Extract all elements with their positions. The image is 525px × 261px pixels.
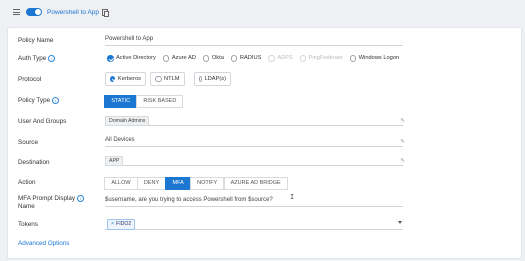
checked-radio-icon <box>107 55 114 62</box>
option-label: ADFS <box>277 55 293 62</box>
edit-icon[interactable]: ✎ <box>400 138 405 147</box>
auth-type-option-adfs: ADFS <box>268 55 293 62</box>
policy-enabled-toggle[interactable] <box>26 8 42 16</box>
radio-icon <box>155 75 162 83</box>
radio-icon <box>268 55 275 62</box>
action-deny[interactable]: DENY <box>136 177 167 190</box>
source-value: All Devices <box>105 137 135 143</box>
option-label: Active Directory <box>116 55 156 62</box>
user-groups-input[interactable]: Domain Admins ✎ <box>105 115 405 126</box>
action-allow[interactable]: ALLOW <box>104 177 138 190</box>
option-label: LDAP(s) <box>204 76 227 82</box>
auth-type-label: Auth Type i <box>18 55 56 63</box>
option-label: Azure AD <box>171 55 196 62</box>
info-icon[interactable]: i <box>77 195 85 202</box>
info-icon[interactable]: i <box>52 97 60 104</box>
policy-type-segmented: STATIC RISK BASED <box>104 95 184 108</box>
copy-icon[interactable] <box>102 9 110 17</box>
option-label: Okta <box>211 55 224 62</box>
mfa-prompt-label-line1: MFA Prompt Display <box>18 195 76 203</box>
chevron-down-icon[interactable] <box>398 221 402 224</box>
radio-icon <box>299 55 307 62</box>
action-segmented: ALLOW DENY MFA NOTIFY AZURE AD BRIDGE <box>104 177 288 190</box>
advanced-options-link[interactable]: Advanced Options <box>18 240 69 247</box>
text-cursor-icon: I <box>290 193 295 201</box>
option-label: Windows Logon <box>358 55 400 62</box>
policy-name-label: Policy Name <box>18 37 54 44</box>
hamburger-menu-icon[interactable] <box>13 9 20 15</box>
token-label: FIDO2 <box>116 221 132 227</box>
tokens-select[interactable] <box>105 217 403 230</box>
source-label: Source <box>18 139 38 146</box>
option-label: RADIUS <box>239 55 262 62</box>
option-label: NTLM <box>164 76 180 82</box>
source-input[interactable]: All Devices ✎ <box>105 136 405 147</box>
action-mfa[interactable]: MFA <box>165 177 191 190</box>
policy-title: Powershell to App <box>47 8 100 16</box>
auth-type-option-okta[interactable]: Okta <box>202 55 224 62</box>
header-bar: Powershell to App <box>0 0 525 24</box>
radio-icon <box>202 55 210 62</box>
auth-type-option-azure-ad[interactable]: Azure AD <box>162 55 196 62</box>
edit-icon[interactable]: ✎ <box>400 157 405 166</box>
policy-name-input[interactable]: Powershell to App <box>105 35 403 46</box>
auth-type-option-pingfederate: PingFederate <box>299 55 343 62</box>
policy-type-label: Policy Type i <box>18 97 60 105</box>
option-label: PingFederate <box>308 55 343 62</box>
destination-chip: APP <box>105 155 124 166</box>
policy-name-value: Powershell to App <box>105 36 154 42</box>
edit-icon[interactable]: ✎ <box>400 117 405 126</box>
auth-type-option-windows-logon[interactable]: Windows Logon <box>349 55 400 62</box>
protocol-label: Protocol <box>18 76 42 83</box>
protocol-option-kerberos[interactable]: Kerberos <box>105 72 146 86</box>
radio-icon <box>162 55 170 62</box>
mfa-prompt-value: $username, are you trying to access Powe… <box>105 197 273 203</box>
auth-type-option-active-directory[interactable]: Active Directory <box>107 55 156 62</box>
destination-input[interactable]: APP ✎ <box>105 155 405 166</box>
remove-token-icon[interactable]: × <box>111 221 114 227</box>
mfa-prompt-label-line2: Name <box>18 203 35 211</box>
protocol-option-ntlm[interactable]: NTLM <box>150 72 185 86</box>
auth-type-radio-group: Active Directory Azure AD Okta RADIUS AD… <box>107 55 406 62</box>
action-notify[interactable]: NOTIFY <box>190 177 225 190</box>
radio-icon <box>199 75 202 83</box>
token-chip: × FIDO2 <box>107 219 136 230</box>
auth-type-label-text: Auth Type <box>18 55 47 63</box>
mfa-prompt-input[interactable]: $username, are you trying to access Powe… <box>105 196 403 207</box>
radio-icon <box>230 55 238 62</box>
user-group-chip: Domain Admins <box>105 115 150 126</box>
checked-radio-icon <box>110 75 116 83</box>
auth-type-option-radius[interactable]: RADIUS <box>230 55 262 62</box>
radio-icon <box>349 55 357 62</box>
policy-type-label-text: Policy Type <box>18 97 51 105</box>
destination-label: Destination <box>18 159 50 166</box>
protocol-option-ldaps[interactable]: LDAP(s) <box>194 72 231 86</box>
policy-type-static[interactable]: STATIC <box>104 95 138 108</box>
action-azure-ad-bridge[interactable]: AZURE AD BRIDGE <box>223 177 288 190</box>
user-groups-label: User And Groups <box>18 118 67 125</box>
mfa-prompt-label: MFA Prompt Display i Name <box>18 195 85 211</box>
policy-form-card: Policy Name Powershell to App Auth Type i… <box>7 27 522 259</box>
tokens-label: Tokens <box>18 221 38 228</box>
action-label: Action <box>18 179 36 186</box>
info-icon[interactable]: i <box>48 55 56 62</box>
policy-type-risk-based[interactable]: RISK BASED <box>136 95 184 108</box>
option-label: Kerberos <box>117 76 141 82</box>
